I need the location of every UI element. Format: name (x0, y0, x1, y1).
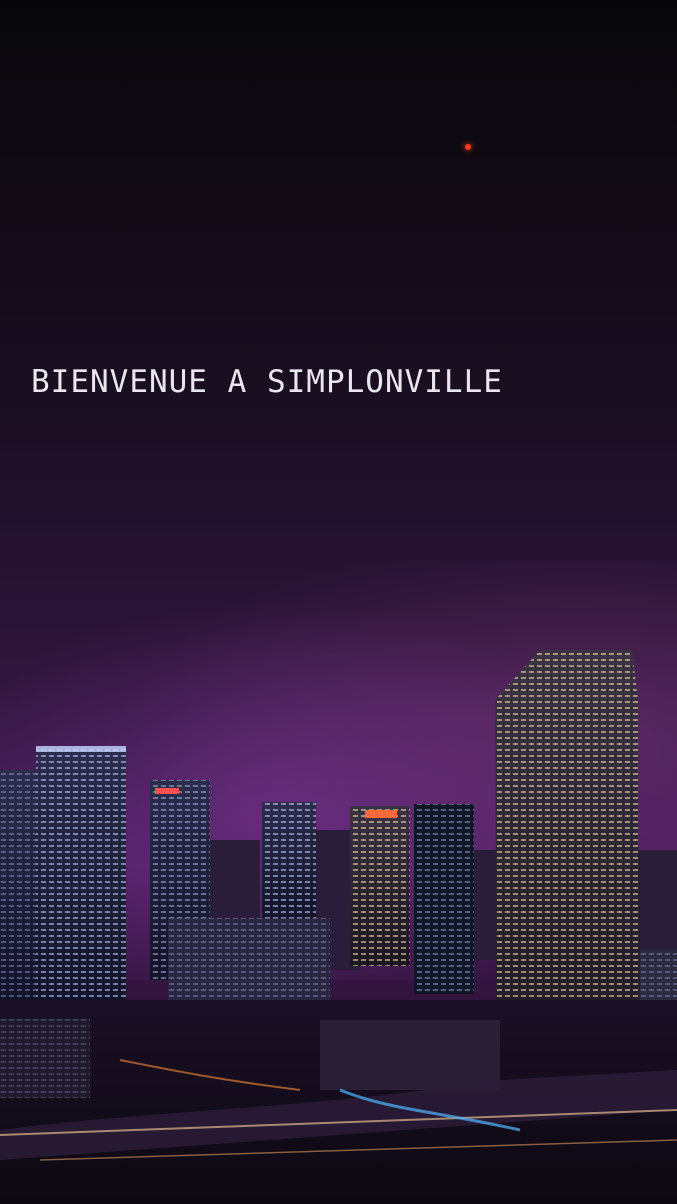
city-skyline-image (0, 650, 677, 1204)
beacon-light (465, 144, 471, 150)
welcome-title: BIENVENUE A SIMPLONVILLE (31, 364, 503, 400)
welcome-screen: BIENVENUE A SIMPLONVILLE (0, 0, 677, 1204)
